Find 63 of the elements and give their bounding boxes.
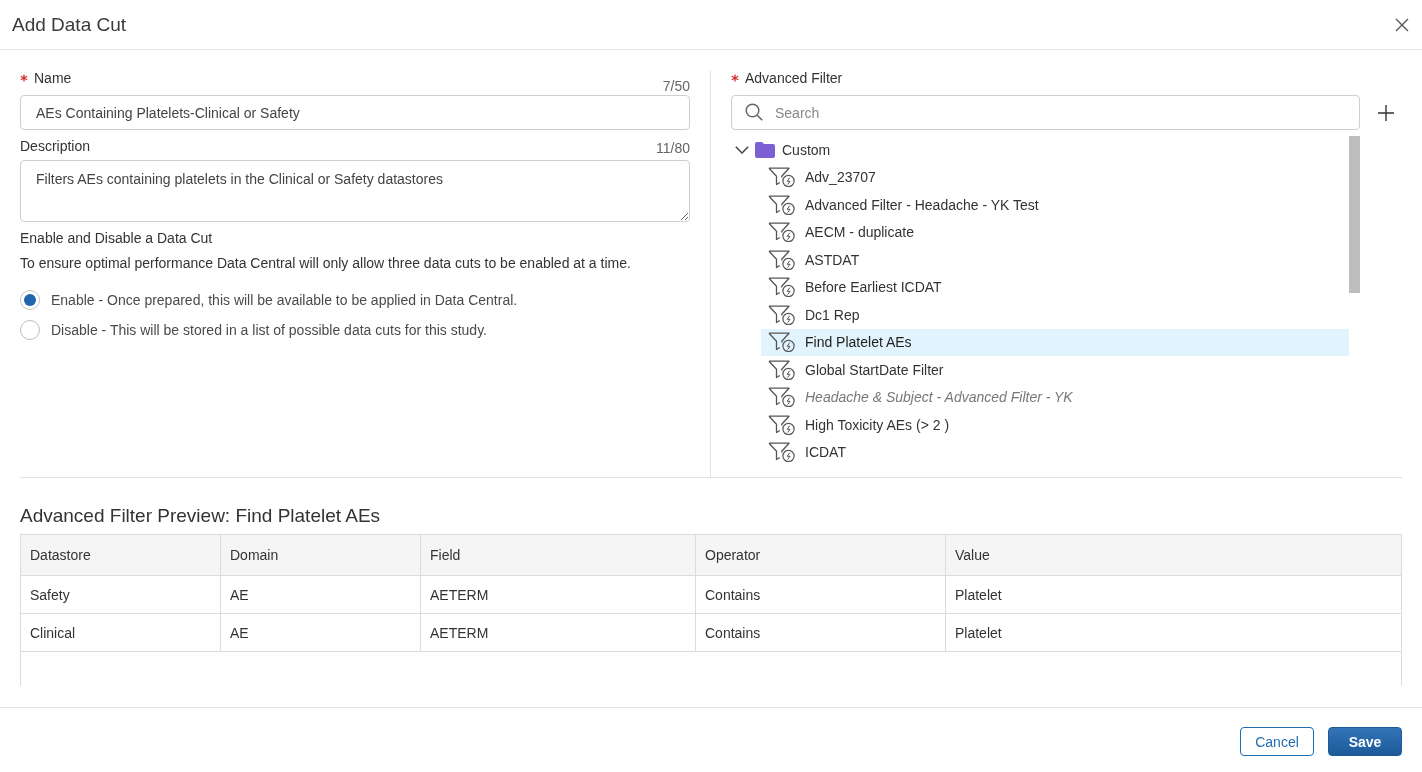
funnel-bolt-icon xyxy=(768,304,796,325)
add-button[interactable] xyxy=(1378,104,1394,121)
cancel-button[interactable]: Cancel xyxy=(1240,727,1314,756)
section-heading: Enable and Disable a Data Cut xyxy=(20,229,214,248)
tree-folder[interactable]: Custom xyxy=(731,136,1349,164)
column-header: Datastore xyxy=(20,534,221,576)
funnel-bolt-icon xyxy=(768,442,796,463)
table-cell: Contains xyxy=(695,613,946,652)
table-cell: AETERM xyxy=(420,613,696,652)
preview-title: Advanced Filter Preview: Find Platelet AEs xyxy=(20,504,382,528)
chevron-down-icon[interactable] xyxy=(735,145,749,154)
funnel-bolt-icon xyxy=(768,249,796,270)
tree-item[interactable]: Global StartDate Filter xyxy=(761,356,1349,384)
description-field[interactable]: Filters AEs containing platelets in the Clinical or Safety datastores xyxy=(20,160,690,222)
tree-item[interactable]: Before Earliest ICDAT xyxy=(761,273,1349,301)
tree-item[interactable]: High Toxicity AEs (> 2 ) xyxy=(761,411,1349,439)
funnel-bolt-icon xyxy=(768,332,796,353)
tree-item[interactable]: Find Platelet AEs xyxy=(761,328,1349,356)
plus-icon xyxy=(1378,104,1394,121)
table-cell: Clinical xyxy=(20,613,221,652)
radio-label[interactable]: Enable - Once prepared, this will be available to be applied in Data Central. xyxy=(51,292,518,308)
search-field[interactable]: Search xyxy=(731,95,1360,130)
character-counter: 11/80 xyxy=(656,140,690,156)
table-cell: AE xyxy=(220,575,421,614)
funnel-bolt-icon xyxy=(768,194,796,215)
tree-item[interactable]: ASTDAT xyxy=(761,246,1349,274)
scrollbar-thumb[interactable] xyxy=(1349,136,1360,293)
close-icon xyxy=(1395,17,1409,32)
tree-item[interactable]: Adv_23707 xyxy=(761,163,1349,191)
radio-button[interactable] xyxy=(20,290,40,310)
field-label: Description xyxy=(20,138,91,154)
column-header: Value xyxy=(945,534,1402,576)
table-cell: Platelet xyxy=(945,575,1402,614)
column-header: Domain xyxy=(220,534,421,576)
radio-button[interactable] xyxy=(20,320,40,340)
funnel-bolt-icon xyxy=(768,387,796,408)
folder-icon xyxy=(755,141,775,158)
search-icon xyxy=(745,103,763,121)
field-label: Advanced Filter xyxy=(745,70,843,86)
field-label: Name xyxy=(34,70,72,86)
tree-item[interactable]: ICDAT xyxy=(761,438,1349,466)
info-text: To ensure optimal performance Data Central will only allow three data cuts to be enabled at a time. xyxy=(20,254,632,273)
save-button[interactable]: Save xyxy=(1328,727,1402,756)
tree-item[interactable]: Advanced Filter - Headache - YK Test xyxy=(761,191,1349,219)
funnel-bolt-icon xyxy=(768,277,796,298)
funnel-bolt-icon xyxy=(768,167,796,188)
close-button[interactable] xyxy=(1395,17,1409,32)
column-header: Field xyxy=(420,534,696,576)
funnel-bolt-icon xyxy=(768,359,796,380)
funnel-bolt-icon xyxy=(768,222,796,243)
table-cell: Contains xyxy=(695,575,946,614)
dialog-title: Add Data Cut xyxy=(12,13,127,36)
tree-item[interactable]: Dc1 Rep xyxy=(761,301,1349,329)
table-cell: AE xyxy=(220,613,421,652)
radio-label[interactable]: Disable - This will be stored in a list of possible data cuts for this study. xyxy=(51,322,487,338)
character-counter: 7/50 xyxy=(662,78,690,94)
column-header: Operator xyxy=(695,534,946,576)
table-cell: AETERM xyxy=(420,575,696,614)
table-cell: Platelet xyxy=(945,613,1402,652)
table-cell: Safety xyxy=(20,575,221,614)
funnel-bolt-icon xyxy=(768,414,796,435)
tree-item[interactable]: AECM - duplicate xyxy=(761,218,1349,246)
name-field[interactable]: AEs Containing Platelets-Clinical or Safety xyxy=(20,95,690,130)
